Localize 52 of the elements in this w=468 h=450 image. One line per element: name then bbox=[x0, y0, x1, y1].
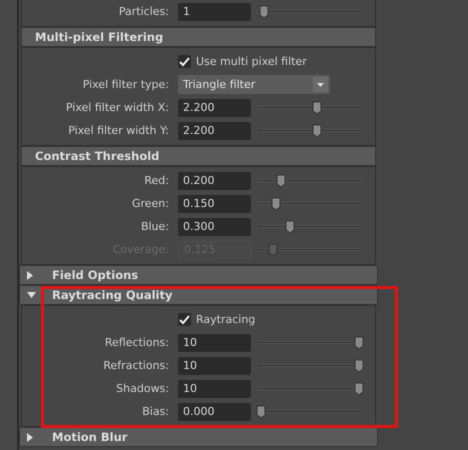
field-label: Pixel filter width Y: bbox=[67, 124, 170, 137]
number-field[interactable]: 2.200 bbox=[178, 98, 251, 116]
slider-handle[interactable] bbox=[258, 4, 269, 18]
number-field[interactable]: 10 bbox=[178, 334, 251, 352]
slider[interactable] bbox=[256, 404, 364, 420]
slider[interactable] bbox=[256, 172, 364, 188]
section-header: Multi-pixel Filtering bbox=[21, 27, 376, 47]
slider[interactable] bbox=[256, 100, 364, 116]
number-field[interactable]: 10 bbox=[178, 356, 251, 374]
number-field[interactable]: 0.300 bbox=[178, 218, 251, 236]
number-field[interactable]: 1 bbox=[178, 2, 251, 20]
checkbox-label: Raytracing bbox=[196, 313, 256, 326]
checkbox-label: Use multi pixel filter bbox=[196, 55, 307, 68]
field-label: Reflections: bbox=[104, 336, 170, 349]
slider-handle[interactable] bbox=[256, 404, 266, 418]
number-field[interactable]: 2.200 bbox=[178, 122, 251, 140]
caret-icon bbox=[313, 77, 328, 92]
section-header[interactable]: Field Options bbox=[19, 265, 378, 285]
number-field[interactable]: 0.150 bbox=[178, 194, 251, 212]
field-label: Red: bbox=[143, 174, 170, 187]
slider-handle[interactable] bbox=[354, 358, 364, 372]
number-field[interactable]: 0.000 bbox=[178, 402, 251, 420]
field-label: Particles: bbox=[118, 5, 170, 18]
section-header: Contrast Threshold bbox=[21, 146, 376, 166]
section-header[interactable]: Motion Blur bbox=[19, 427, 378, 447]
slider[interactable] bbox=[256, 196, 364, 212]
field-label: Green: bbox=[130, 197, 170, 210]
slider[interactable] bbox=[256, 4, 364, 20]
slider-handle[interactable] bbox=[270, 196, 281, 210]
slider-handle[interactable] bbox=[276, 174, 286, 188]
field-label: Refractions: bbox=[102, 359, 170, 372]
slider-handle[interactable] bbox=[312, 100, 322, 114]
slider[interactable] bbox=[256, 242, 364, 258]
slider[interactable] bbox=[256, 122, 364, 138]
slider[interactable] bbox=[256, 358, 364, 374]
slider[interactable] bbox=[256, 218, 364, 234]
slider-handle[interactable] bbox=[285, 220, 296, 234]
slider-handle[interactable] bbox=[312, 124, 322, 138]
field-label: Pixel filter width X: bbox=[64, 101, 170, 114]
field-label: Blue: bbox=[140, 220, 170, 233]
filter-type-dropdown[interactable]: Triangle filter bbox=[178, 75, 330, 94]
checkbox[interactable] bbox=[178, 313, 191, 326]
checkbox[interactable] bbox=[178, 55, 191, 68]
slider[interactable] bbox=[256, 380, 364, 396]
field-label: Shadows: bbox=[115, 382, 170, 395]
slider[interactable] bbox=[256, 334, 364, 350]
slider-handle[interactable] bbox=[354, 382, 364, 396]
field-label: Bias: bbox=[141, 405, 170, 418]
number-field[interactable]: 10 bbox=[178, 380, 251, 398]
slider-handle[interactable] bbox=[354, 336, 364, 350]
field-label: Pixel filter type: bbox=[82, 78, 170, 91]
number-field[interactable]: 0.200 bbox=[178, 172, 251, 190]
